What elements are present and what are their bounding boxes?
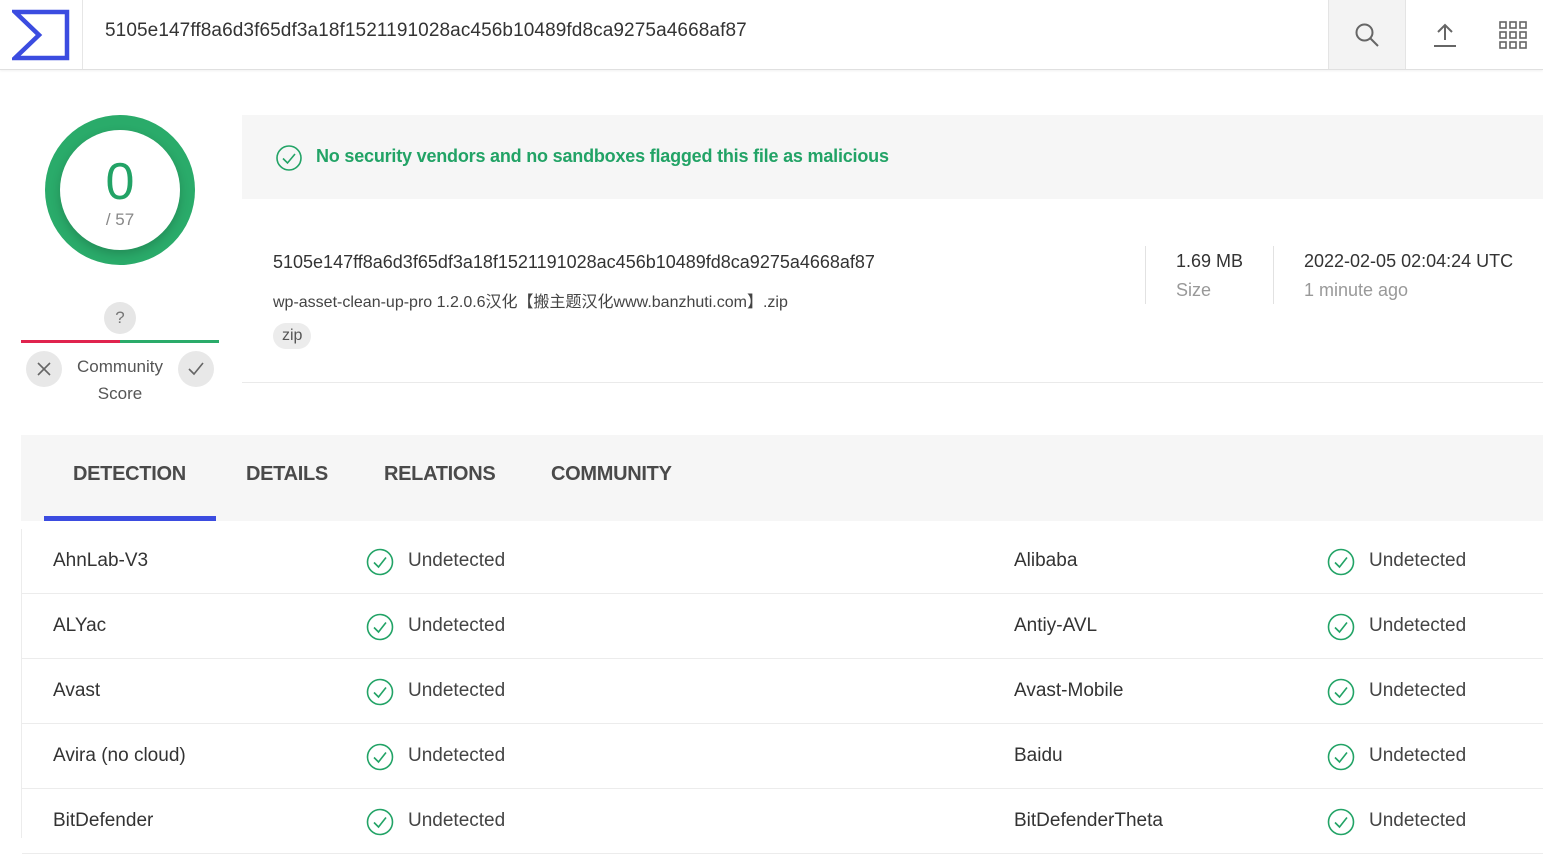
search-input[interactable]: 5105e147ff8a6d3f65df3a18f1521191028ac456… [105,20,747,42]
check-circle-icon [1327,548,1355,581]
detection-result: Undetected [1369,550,1467,571]
check-circle-icon [366,548,394,581]
detection-result: Undetected [1369,745,1467,766]
vendor-name: Alibaba [1014,550,1078,571]
file-hash[interactable]: 5105e147ff8a6d3f65df3a18f1521191028ac456… [273,252,875,273]
check-circle-icon [1327,743,1355,776]
table-row: Avira (no cloud) Undetected Baidu Undetecte… [22,724,1543,789]
community-score-bar-harmless [120,340,219,343]
tab-community[interactable]: COMMUNITY [551,463,672,486]
detection-result: Undetected [1369,680,1467,701]
detection-count: 0 [105,153,135,211]
vendor-name: AhnLab-V3 [53,550,149,571]
divider [1145,246,1146,304]
detection-result: Undetected [408,615,506,636]
detection-result: Undetected [1369,615,1467,636]
community-score-help[interactable]: ? [104,302,136,334]
detection-result: Undetected [408,680,506,701]
tab-details[interactable]: DETAILS [246,463,328,486]
tab-detection[interactable]: DETECTION [73,463,186,486]
vote-harmless-button[interactable] [178,351,214,387]
file-size-value: 1.69 MB [1176,251,1244,271]
detection-score: 0 / 57 [60,130,180,250]
file-info-card: 5105e147ff8a6d3f65df3a18f1521191028ac456… [242,200,1543,383]
table-row: ALYac Undetected Antiy-AVL Undetected [22,594,1543,659]
community-score-bar-malicious [21,340,120,343]
top-bar: 5105e147ff8a6d3f65df3a18f1521191028ac456… [0,0,1543,70]
file-name: wp-asset-clean-up-pro 1.2.0.6汉化【搬主题汉化www… [273,294,788,311]
file-size-label: Size [1176,280,1212,300]
check-circle-icon [1327,808,1355,841]
verdict-text: No security vendors and no sandboxes fla… [316,146,889,166]
check-circle-icon [366,678,394,711]
table-row: Avast Undetected Avast-Mobile Undetected [22,659,1543,724]
divider [1273,246,1274,304]
detection-table: AhnLab-V3 Undetected Alibaba Undetected ALYa… [21,529,1543,854]
tab-relations[interactable]: RELATIONS [384,463,496,486]
vendor-name: Baidu [1014,745,1063,766]
vendor-name: Antiy-AVL [1014,615,1098,636]
detection-result: Undetected [408,550,506,571]
close-icon [37,362,51,376]
check-icon [188,362,204,376]
detection-result: Undetected [1369,810,1467,831]
check-circle-icon [1327,678,1355,711]
vote-malicious-button[interactable] [26,351,62,387]
detection-total: / 57 [105,210,135,229]
check-circle-icon [1327,613,1355,646]
check-circle-icon [276,145,302,171]
file-type-tag[interactable]: zip [273,323,312,349]
check-circle-icon [366,808,394,841]
table-row: AhnLab-V3 Undetected Alibaba Undetected [22,529,1543,594]
analysis-date-relative: 1 minute ago [1304,280,1409,300]
active-tab-indicator [44,516,216,521]
vendor-name: ALYac [53,615,107,636]
check-circle-icon [366,743,394,776]
search-icon [1355,23,1379,47]
vendor-name: Avast [53,680,101,701]
detection-result: Undetected [408,745,506,766]
community-score-label: Community Score [77,357,163,403]
upload-button[interactable] [1406,0,1483,69]
apps-grid-icon [1499,20,1527,49]
table-row: BitDefender Undetected BitDefenderTheta Und… [22,789,1543,854]
detection-score-ring: 0 / 57 [45,115,195,265]
detection-result: Undetected [408,810,506,831]
vendor-name: BitDefenderTheta [1014,810,1163,831]
verdict-banner: No security vendors and no sandboxes fla… [242,115,1543,199]
apps-button[interactable] [1483,0,1543,69]
vendor-name: Avast-Mobile [1014,680,1124,701]
virustotal-logo-icon[interactable] [0,0,83,69]
check-circle-icon [366,613,394,646]
upload-icon [1433,23,1456,47]
vendor-name: BitDefender [53,810,154,831]
vendor-name: Avira (no cloud) [53,745,186,766]
tab-bar: DETECTION DETAILS RELATIONS COMMUNITY [21,435,1543,521]
search-button[interactable] [1328,0,1406,69]
analysis-date-value: 2022-02-05 02:04:24 UTC [1304,251,1514,271]
